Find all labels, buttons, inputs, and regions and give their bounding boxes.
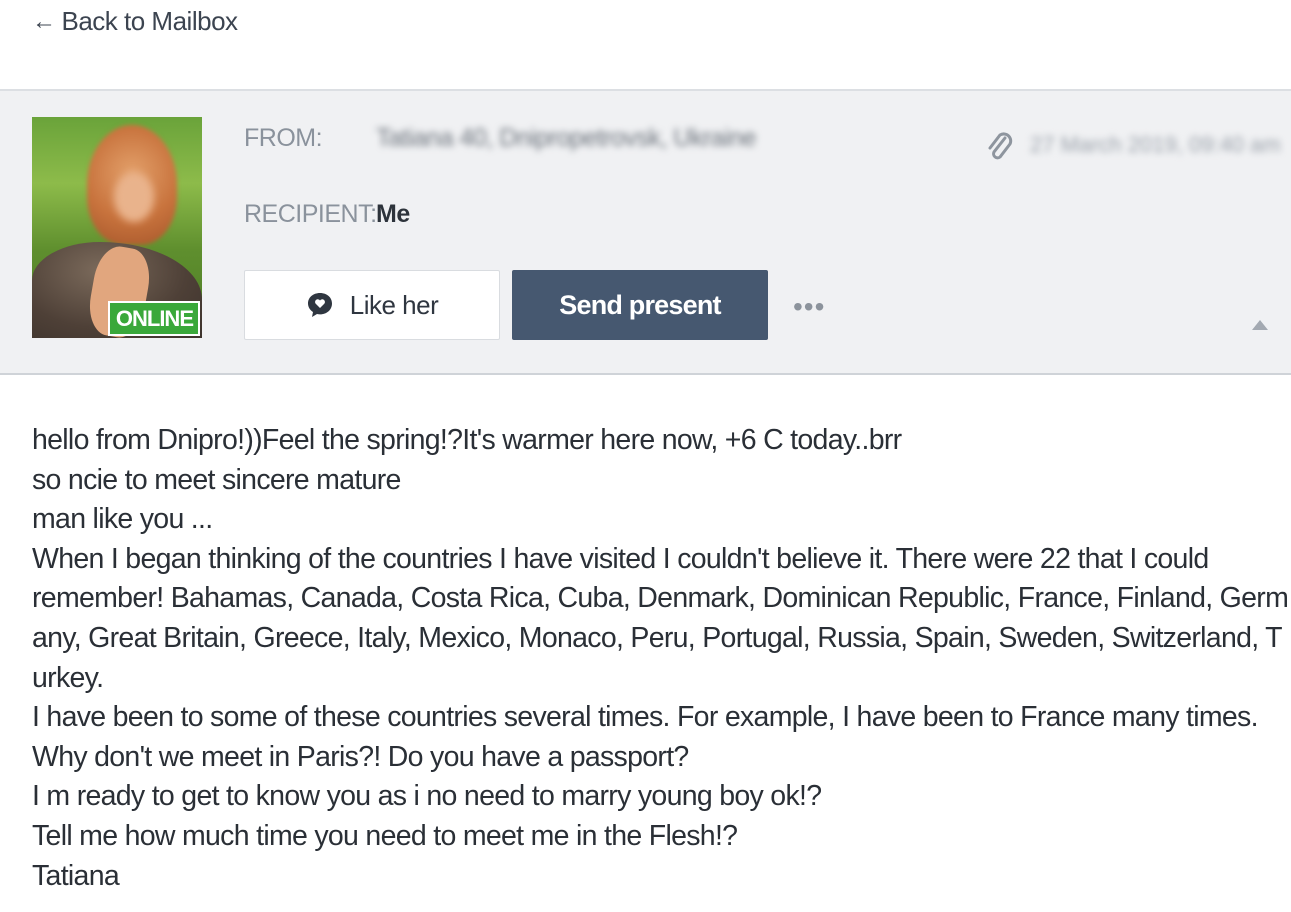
online-status-badge: ONLINE	[107, 301, 200, 336]
avatar-photo-face	[114, 172, 154, 222]
message-header: ONLINE FROM: Tatiana 40, Dnipropetrovsk,…	[0, 89, 1291, 375]
message-line: urkey.	[32, 661, 104, 694]
message-line: When I began thinking of the countries I…	[32, 542, 1209, 575]
heart-bubble-icon	[307, 293, 332, 317]
sender-avatar[interactable]: ONLINE	[32, 117, 202, 338]
message-line: I m ready to get to know you as i no nee…	[32, 780, 822, 813]
message-body: hello from Dnipro!))Feel the spring!?It'…	[32, 421, 1289, 896]
more-options-button[interactable]: •••	[793, 291, 825, 323]
message-line: man like you ...	[32, 503, 213, 536]
recipient-label: RECIPIENT:	[244, 200, 377, 228]
message-signature: Tatiana	[32, 859, 120, 892]
message-line: Tell me how much time you need to meet m…	[32, 819, 738, 852]
paperclip-icon	[988, 132, 1013, 160]
from-label: FROM:	[244, 124, 323, 152]
message-line: any, Great Britain, Greece, Italy, Mexic…	[32, 621, 1283, 654]
message-line: remember! Bahamas, Canada, Costa Rica, C…	[32, 582, 1289, 615]
send-present-label: Send present	[559, 289, 721, 320]
like-her-button[interactable]: Like her	[244, 270, 500, 340]
message-line: I have been to some of these countries s…	[32, 701, 1259, 734]
recipient-value: Me	[376, 200, 410, 228]
message-line: hello from Dnipro!))Feel the spring!?It'…	[32, 424, 902, 456]
message-date: 27 March 2019, 09:40 am	[1030, 132, 1281, 157]
collapse-caret-icon[interactable]	[1252, 320, 1268, 330]
back-arrow-icon: ←	[32, 7, 56, 35]
message-line: so ncie to meet sincere mature	[32, 463, 401, 496]
back-link-label: Back to Mailbox	[61, 6, 239, 36]
like-her-label: Like her	[349, 289, 439, 320]
send-present-button[interactable]: Send present	[512, 270, 768, 340]
sender-name[interactable]: Tatiana 40, Dnipropetrovsk, Ukraine	[376, 124, 756, 153]
back-to-mailbox-link[interactable]: ← Back to Mailbox	[32, 6, 238, 37]
message-line: Why don't we meet in Paris?! Do you have…	[32, 740, 689, 773]
